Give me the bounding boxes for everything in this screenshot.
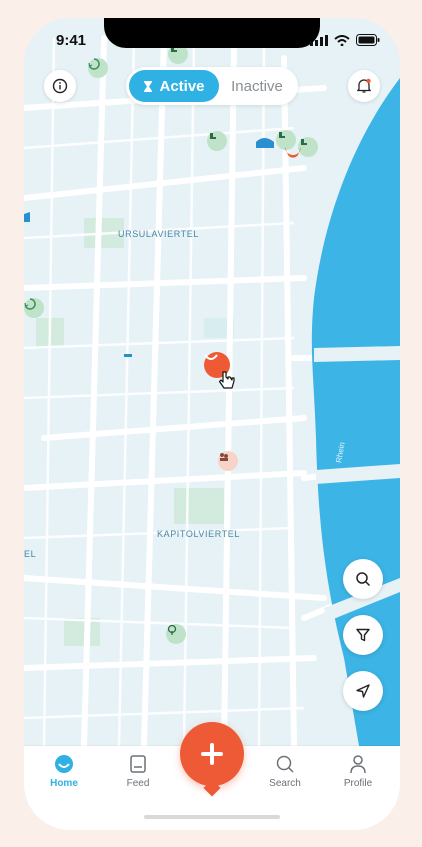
- phone-frame: URSULAVIERTEL KAPITOLVIERTEL EL Rhein 9:…: [24, 18, 400, 830]
- search-icon: [356, 572, 371, 587]
- toggle-active-option[interactable]: Active: [129, 70, 219, 102]
- district-label-ursulaviertel: URSULAVIERTEL: [118, 229, 199, 239]
- tab-feed[interactable]: Feed: [108, 754, 168, 789]
- home-icon: [55, 755, 73, 773]
- report-pin-orange-icon[interactable]: [282, 141, 304, 163]
- tab-profile[interactable]: Profile: [328, 754, 388, 789]
- search-icon: [276, 755, 294, 773]
- add-report-button[interactable]: [180, 722, 244, 786]
- bell-icon: [356, 78, 372, 93]
- tab-home-label: Home: [50, 778, 78, 789]
- toggle-active-label: Active: [159, 77, 205, 95]
- tree-pin-icon[interactable]: [166, 624, 186, 644]
- recycle-pin-icon[interactable]: [88, 58, 108, 78]
- battery-icon: [356, 34, 380, 46]
- profile-icon: [350, 755, 366, 774]
- feed-icon: [130, 755, 146, 773]
- plus-icon: [201, 743, 223, 765]
- tab-search-label: Search: [269, 778, 301, 789]
- info-icon: [52, 78, 68, 94]
- district-label-kapitolviertel: KAPITOLVIERTEL: [157, 529, 240, 539]
- hourglass-icon: [144, 80, 153, 92]
- toggle-inactive-option[interactable]: Inactive: [219, 70, 295, 102]
- home-indicator: [144, 815, 280, 819]
- info-button[interactable]: [44, 70, 76, 102]
- tab-search[interactable]: Search: [255, 754, 315, 789]
- map-search-button[interactable]: [343, 559, 383, 599]
- device-notch: [104, 18, 320, 48]
- tab-feed-label: Feed: [126, 778, 150, 789]
- district-label-partial: EL: [24, 549, 37, 559]
- notifications-button[interactable]: [348, 70, 380, 102]
- tab-home[interactable]: Home: [34, 754, 94, 789]
- status-time: 9:41: [56, 32, 87, 49]
- filter-icon: [356, 628, 370, 642]
- community-pin-icon[interactable]: [218, 451, 238, 471]
- signal-icon: [310, 34, 328, 46]
- status-icons: [310, 34, 380, 46]
- navigation-arrow-icon: [356, 684, 370, 698]
- map-locate-button[interactable]: [343, 671, 383, 711]
- recycle-pin-icon[interactable]: [24, 298, 44, 318]
- chair-pin-icon[interactable]: [207, 131, 227, 151]
- tab-profile-label: Profile: [343, 778, 373, 789]
- wifi-icon: [334, 34, 350, 46]
- active-inactive-toggle[interactable]: Active Inactive: [126, 67, 298, 105]
- map-filter-button[interactable]: [343, 615, 383, 655]
